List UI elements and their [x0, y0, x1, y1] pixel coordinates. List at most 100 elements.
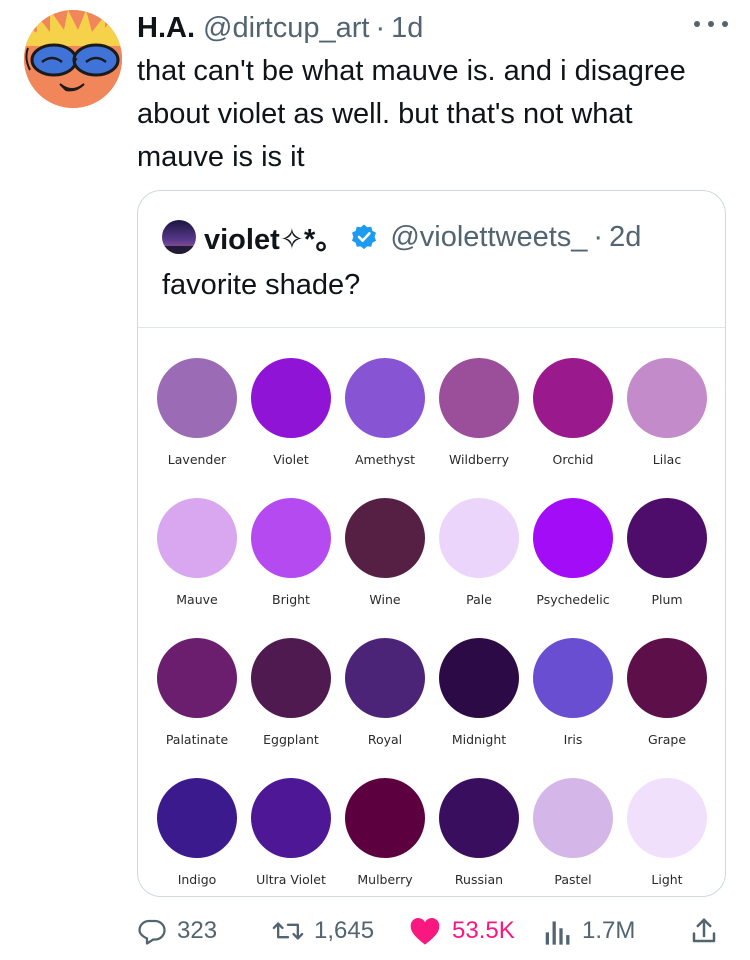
swatch-label: Midnight [451, 732, 507, 747]
color-swatch: Violet [244, 358, 338, 498]
swatch-circle [533, 638, 613, 718]
like-count: 53.5K [452, 917, 515, 944]
tweet-header: H.A. @dirtcup_art · 1d [137, 10, 720, 46]
repost-button[interactable]: 1,645 [272, 916, 374, 946]
sunset-avatar-icon [162, 220, 196, 254]
swatch-circle [251, 498, 331, 578]
swatch-label: Violet [273, 452, 309, 467]
color-swatch: Psychedelic [526, 498, 620, 638]
swatch-circle [345, 498, 425, 578]
swatch-label: Wildberry [448, 452, 510, 467]
swatch-label: Pastel [554, 872, 592, 887]
swatch-label: Bright [272, 592, 310, 607]
swatch-label: Orchid [552, 452, 594, 467]
share-button[interactable] [689, 916, 719, 946]
swatch-label: Indigo [177, 872, 217, 887]
swatch-circle [157, 778, 237, 858]
like-button[interactable]: 53.5K [408, 916, 515, 946]
tweet-text: that can't be what mauve is. and i disag… [137, 55, 686, 173]
swatch-circle [345, 638, 425, 718]
swatch-circle [251, 358, 331, 438]
swatch-label: Wine [369, 592, 401, 607]
swatch-label: Psychedelic [536, 592, 610, 607]
quoted-dot-separator: · [593, 220, 604, 253]
cartoon-avatar-icon [24, 10, 122, 108]
reply-count: 323 [177, 917, 218, 944]
swatch-circle [157, 358, 237, 438]
swatch-circle [157, 498, 237, 578]
repost-icon [272, 922, 304, 940]
tweet-action-bar: 323 1,645 53.5K 1.7M [137, 912, 727, 952]
swatch-label: Lilac [652, 452, 682, 467]
color-swatch: Plum [620, 498, 714, 638]
repost-count: 1,645 [314, 917, 375, 944]
color-swatch: Pastel [526, 778, 620, 896]
reply-button[interactable]: 323 [137, 916, 217, 946]
swatch-label: Iris [563, 732, 583, 747]
swatch-circle [345, 778, 425, 858]
swatch-label: Amethyst [354, 452, 416, 467]
swatch-label: Ultra Violet [256, 872, 326, 887]
swatch-circle [533, 358, 613, 438]
quoted-tweet[interactable]: violet✧*。 @violettweets_ · 2d favorite s… [137, 190, 726, 897]
swatch-label: Royal [367, 732, 403, 747]
color-swatch: Palatinate [150, 638, 244, 778]
more-options-icon[interactable] [694, 14, 728, 34]
swatch-circle [251, 778, 331, 858]
swatch-label: Lavender [167, 452, 227, 467]
swatch-circle [627, 638, 707, 718]
color-swatch: Wine [338, 498, 432, 638]
author-name[interactable]: H.A. [137, 12, 195, 45]
color-swatch: Wildberry [432, 358, 526, 498]
color-swatch: Light [620, 778, 714, 896]
swatch-circle [345, 358, 425, 438]
swatch-circle [627, 778, 707, 858]
swatch-label: Mulberry [357, 872, 413, 887]
share-icon [692, 918, 716, 943]
color-swatch: Amethyst [338, 358, 432, 498]
swatch-circle [439, 638, 519, 718]
quoted-tweet-age: 2d [609, 220, 642, 253]
color-swatch: Eggplant [244, 638, 338, 778]
swatch-label: Mauve [176, 592, 218, 607]
swatch-label: Russian [454, 872, 504, 887]
swatch-circle [439, 778, 519, 858]
quoted-author-name: violet✧*。 [204, 224, 345, 256]
swatch-circle [533, 498, 613, 578]
verified-badge-icon [352, 224, 377, 250]
color-swatch: Russian [432, 778, 526, 896]
quoted-author-avatar [162, 220, 196, 254]
quoted-author-handle: @violettweets_ [390, 220, 588, 253]
swatch-circle [439, 358, 519, 438]
swatch-circle [627, 358, 707, 438]
swatch-circle [157, 638, 237, 718]
color-swatch: Mulberry [338, 778, 432, 896]
swatch-label: Pale [466, 592, 492, 607]
swatch-circle [627, 498, 707, 578]
author-handle[interactable]: @dirtcup_art [203, 12, 369, 45]
swatch-label: Eggplant [263, 732, 319, 747]
color-swatch: Mauve [150, 498, 244, 638]
quoted-tweet-text: favorite shade? [162, 269, 361, 301]
views-button[interactable]: 1.7M [544, 916, 635, 946]
swatch-circle [439, 498, 519, 578]
color-swatch: Indigo [150, 778, 244, 896]
author-avatar[interactable] [24, 10, 122, 108]
swatch-circle [533, 778, 613, 858]
color-swatch: Ultra Violet [244, 778, 338, 896]
color-swatch: Grape [620, 638, 714, 778]
color-swatch: Royal [338, 638, 432, 778]
views-icon [545, 921, 570, 945]
quoted-tweet-header: violet✧*。 @violettweets_ · 2d [162, 217, 715, 257]
tweet-age[interactable]: 1d [391, 12, 423, 45]
swatch-label: Plum [651, 592, 683, 607]
heart-icon [410, 918, 440, 945]
color-swatch: Orchid [526, 358, 620, 498]
color-swatch: Lavender [150, 358, 244, 498]
color-swatch-image[interactable]: Lavender Violet Amethyst Wildberry Orchid Lil… [138, 328, 725, 896]
swatch-circle [251, 638, 331, 718]
color-swatch: Pale [432, 498, 526, 638]
color-swatch: Lilac [620, 358, 714, 498]
swatch-label: Palatinate [165, 732, 229, 747]
color-swatch: Iris [526, 638, 620, 778]
